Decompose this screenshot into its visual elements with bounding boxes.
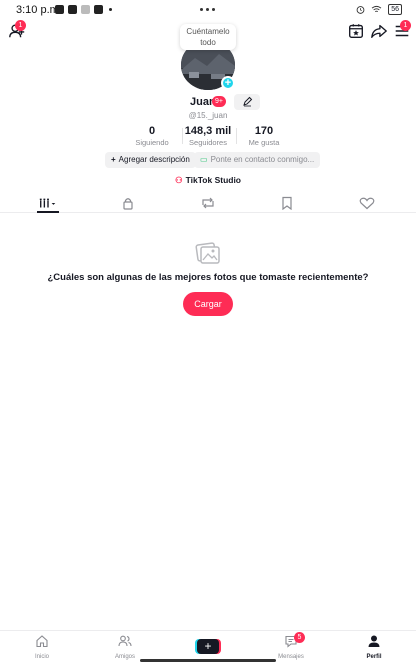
alarm-icon	[356, 6, 365, 14]
add-description-label: Agregar descripción	[118, 155, 190, 164]
notification-icons	[55, 5, 112, 14]
home-icon	[36, 635, 48, 648]
nav-profile[interactable]: Perfil	[349, 634, 399, 660]
empty-state-title: ¿Cuáles son algunas de las mejores fotos…	[47, 272, 369, 283]
stat-likes[interactable]: 170 Me gusta	[234, 125, 294, 147]
upload-button[interactable]: Cargar	[183, 292, 233, 316]
lock-icon[interactable]	[118, 196, 138, 210]
profile-handle: @15._juan	[188, 111, 228, 120]
bookmark-icon[interactable]	[277, 196, 297, 210]
studio-label: TikTok Studio	[185, 175, 242, 185]
tiktok-studio-link[interactable]: ⚇ TikTok Studio	[0, 175, 416, 186]
app-notification-icon	[81, 5, 90, 14]
contact-note-button[interactable]: ▭ Ponte en contacto conmigo...	[194, 152, 321, 168]
following-count: 0	[148, 125, 156, 137]
videos-grid-icon[interactable]	[38, 196, 58, 210]
add-friend-badge: 1	[15, 20, 26, 31]
content-tabs	[0, 193, 416, 213]
nav-home-label: Inicio	[34, 654, 49, 660]
nav-profile-label: Perfil	[366, 654, 382, 660]
contact-note-label: Ponte en contacto conmigo...	[210, 155, 315, 164]
heart-icon[interactable]	[357, 196, 377, 210]
youtube-icon	[68, 5, 77, 14]
name-badge[interactable]: 9+	[212, 96, 226, 107]
nav-friends[interactable]: Amigos	[100, 634, 150, 660]
followers-count: 148,3 mil	[184, 125, 232, 137]
repost-icon[interactable]	[198, 196, 218, 210]
window-menu-icon[interactable]	[200, 8, 215, 11]
note-bubble[interactable]: Cuéntamelo todo	[180, 24, 236, 50]
likes-count: 170	[254, 125, 274, 137]
wifi-icon	[371, 5, 382, 13]
menu-badge: 1	[400, 20, 411, 31]
app-notification-icon	[55, 5, 64, 14]
stat-followers[interactable]: 148,3 mil Seguidores	[178, 125, 238, 147]
add-story-button[interactable]: +	[221, 76, 235, 90]
create-button[interactable]: +	[197, 639, 219, 654]
messages-badge: 5	[294, 632, 305, 643]
calendar-star-icon[interactable]	[347, 22, 365, 40]
studio-icon: ⚇	[174, 175, 183, 185]
more-notifications-icon	[109, 8, 112, 11]
system-icons: 56	[356, 4, 402, 15]
home-indicator	[140, 659, 276, 662]
active-tab-indicator	[37, 211, 59, 213]
profile-icon	[368, 635, 380, 647]
youtube-icon	[94, 5, 103, 14]
battery-icon: 56	[388, 4, 402, 15]
share-icon[interactable]	[370, 22, 388, 40]
stat-following[interactable]: 0 Siguiendo	[122, 125, 182, 147]
chat-bubble-icon: ▭	[200, 155, 208, 164]
nav-messages[interactable]: Mensajes	[266, 634, 316, 660]
following-label: Siguiendo	[135, 138, 169, 147]
photo-icon	[195, 242, 220, 264]
add-description-button[interactable]: + Agregar descripción	[105, 152, 196, 168]
plus-icon: +	[111, 155, 116, 164]
pencil-icon	[243, 96, 253, 107]
edit-profile-button[interactable]	[234, 94, 260, 110]
nav-home[interactable]: Inicio	[17, 634, 67, 660]
followers-label: Seguidores	[189, 138, 227, 147]
friends-icon	[118, 635, 132, 647]
likes-label: Me gusta	[248, 138, 280, 147]
